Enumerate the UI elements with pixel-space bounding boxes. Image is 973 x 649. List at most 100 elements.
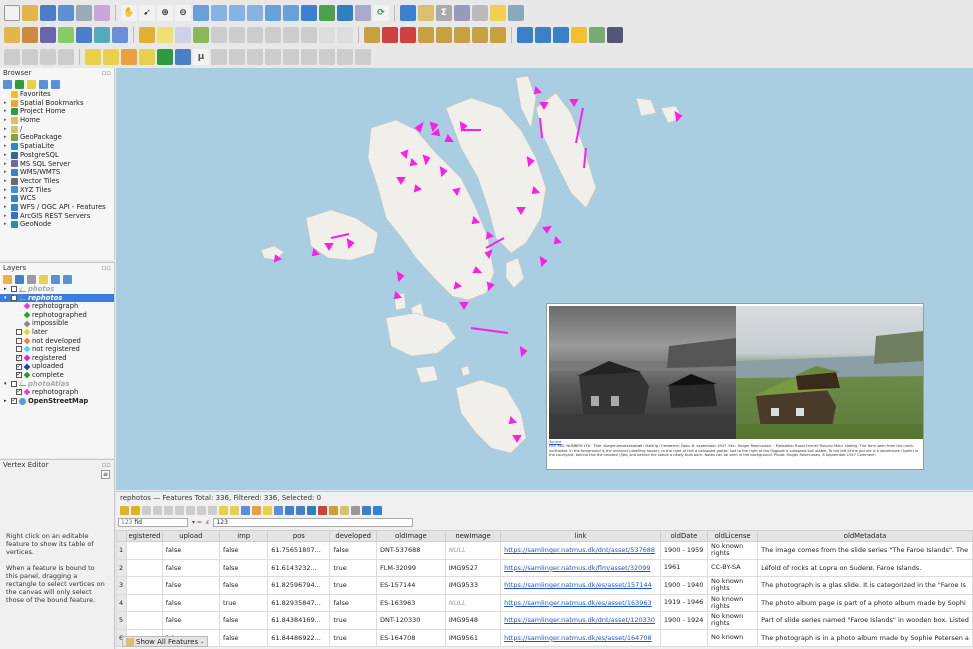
label-tool-1-icon[interactable] [364, 27, 380, 43]
table-row[interactable]: 6falsefalse61.84486922...trueES-164708IM… [115, 628, 973, 647]
measure-icon[interactable] [472, 5, 488, 21]
popup-source-link[interactable]: Source [549, 440, 561, 444]
copy-icon[interactable] [197, 505, 206, 515]
expand-arrow-icon[interactable]: ▸ [4, 125, 9, 134]
pan-icon[interactable]: ✋ [121, 5, 137, 21]
column-header[interactable]: oldDate [659, 530, 709, 542]
browser-item[interactable]: Favorites [0, 90, 114, 99]
new-field-icon[interactable] [307, 505, 316, 515]
collapse-all-icon[interactable] [39, 79, 48, 89]
table-cell[interactable]: https://samlinger.natmus.dk/es/asset/163… [500, 593, 661, 612]
layer-item[interactable]: ✓ registered [0, 354, 114, 363]
browser-item[interactable]: ▸ GeoPackage [0, 133, 114, 142]
undo-icon[interactable] [319, 27, 335, 43]
select-all-icon[interactable] [230, 505, 239, 515]
add-raster-layer-icon[interactable] [40, 27, 56, 43]
column-header[interactable]: upload [161, 530, 220, 542]
invert-selection-icon[interactable] [241, 505, 250, 515]
label-tool-8-icon[interactable] [490, 27, 506, 43]
pan-to-selection-icon[interactable]: ➹ [139, 5, 155, 21]
field-calc-icon[interactable] [454, 5, 470, 21]
expand-all-icon[interactable] [51, 274, 60, 284]
data-source-manager-icon[interactable] [4, 27, 20, 43]
actions-icon[interactable] [362, 505, 371, 515]
digitize-icon[interactable] [193, 27, 209, 43]
browser-item[interactable]: ▸ WFS / OGC API - Features [0, 203, 114, 212]
topology-icon[interactable] [301, 49, 317, 65]
add-group-icon[interactable] [15, 274, 24, 284]
expression-input[interactable]: 123 [213, 517, 414, 527]
layer-item[interactable]: ✓ complete [0, 371, 114, 380]
delete-selected-icon[interactable] [247, 27, 263, 43]
collapse-layers-icon[interactable] [63, 274, 72, 284]
table-cell[interactable]: https://samlinger.natmus.dk/dnt/asset/12… [500, 611, 661, 630]
filter-legend-icon[interactable] [39, 274, 48, 284]
browser-item[interactable]: ▸ Vector Tiles [0, 177, 114, 186]
organize-columns-icon[interactable] [329, 505, 338, 515]
add-delimited-text-icon[interactable] [76, 27, 92, 43]
browser-item[interactable]: ▸ GeoNode [0, 220, 114, 229]
browser-item[interactable]: ▸ Home [0, 116, 114, 125]
expand-arrow-icon[interactable]: ▸ [4, 107, 9, 116]
refresh-browser-icon[interactable] [15, 79, 24, 89]
expand-arrow-icon[interactable]: ▸ [4, 168, 9, 177]
shape-digitize-icon[interactable] [337, 49, 353, 65]
panel-close-icon[interactable]: ▫▫ [102, 461, 112, 469]
digitize-shape-3-icon[interactable] [40, 49, 56, 65]
browser-item[interactable]: ▸ WCS [0, 194, 114, 203]
column-header[interactable]: oldLicense [707, 530, 759, 542]
processing-toolbox-icon[interactable] [157, 49, 173, 65]
grid-icon[interactable] [589, 27, 605, 43]
digitize-shape-2-icon[interactable] [22, 49, 38, 65]
layer-visibility-checkbox[interactable] [16, 329, 22, 336]
zoom-out-icon[interactable]: ⊖ [175, 5, 191, 21]
save-edits-table-icon[interactable] [142, 505, 151, 515]
browser-item[interactable]: ▸ ArcGIS REST Servers [0, 212, 114, 221]
mu-icon[interactable]: µ [193, 49, 209, 65]
add-mesh-icon[interactable] [58, 27, 74, 43]
zoom-in-icon[interactable]: ⊕ [157, 5, 173, 21]
column-header[interactable]: pos [267, 530, 331, 542]
browser-item[interactable]: ▸ MS SQL Server [0, 160, 114, 169]
select-by-value-icon[interactable] [103, 49, 119, 65]
expand-arrow-icon[interactable]: ▸ [4, 220, 9, 229]
label-tool-5-icon[interactable] [436, 27, 452, 43]
advanced-digitize-2-icon[interactable] [229, 49, 245, 65]
expand-arrow-icon[interactable]: ▸ [4, 203, 9, 212]
paste-features-icon[interactable] [301, 27, 317, 43]
delete-feature-icon[interactable] [175, 505, 184, 515]
multi-edit-icon[interactable] [131, 505, 140, 515]
expand-arrow-icon[interactable]: ▸ [4, 397, 9, 406]
label-tool-6-icon[interactable] [454, 27, 470, 43]
snapping-icon[interactable] [283, 49, 299, 65]
expand-arrow-icon[interactable]: ▸ [4, 186, 9, 195]
table-row[interactable]: 3 false false 61.82596794... true ES-157144 IM… [115, 576, 973, 595]
expand-arrow-icon[interactable]: ▸ [4, 133, 9, 142]
zoom-last-icon[interactable] [265, 5, 281, 21]
plugin-1-icon[interactable] [517, 27, 533, 43]
pan-to-selected-icon[interactable] [285, 505, 294, 515]
layer-visibility-checkbox[interactable] [11, 380, 17, 387]
filter-selected-icon[interactable] [263, 505, 272, 515]
identify-icon[interactable] [400, 5, 416, 21]
python-console-icon[interactable] [571, 27, 587, 43]
expand-arrow-icon[interactable]: ▸ [4, 99, 9, 108]
dock-table-icon[interactable] [373, 505, 382, 515]
label-tool-2-icon[interactable] [382, 27, 398, 43]
map-tips-icon[interactable] [508, 5, 524, 21]
table-cell[interactable]: https://samlinger.natmus.dk/es/asset/164… [500, 628, 661, 647]
expand-arrow-icon[interactable]: ▸ [4, 285, 9, 294]
field-calculator-icon[interactable] [340, 505, 349, 515]
field-select[interactable]: 123 fid [118, 517, 188, 527]
delete-field-icon[interactable] [318, 505, 327, 515]
select-by-expression-icon[interactable] [219, 505, 228, 515]
toggle-edit-mode-icon[interactable] [120, 505, 129, 515]
expression-epsilon-icon[interactable]: ε [206, 518, 210, 526]
column-header[interactable]: oldMetadata [757, 530, 973, 542]
layer-item[interactable]: ✓ uploaded [0, 362, 114, 371]
equals-icon[interactable]: ▾ = [192, 519, 202, 526]
layer-item[interactable]: ▸ √ photos [0, 285, 114, 294]
layer-item[interactable]: ✓ rephotograph [0, 388, 114, 397]
open-attribute-table-icon[interactable] [418, 5, 434, 21]
layer-item[interactable]: ▾ √ photoAtlas [0, 380, 114, 389]
